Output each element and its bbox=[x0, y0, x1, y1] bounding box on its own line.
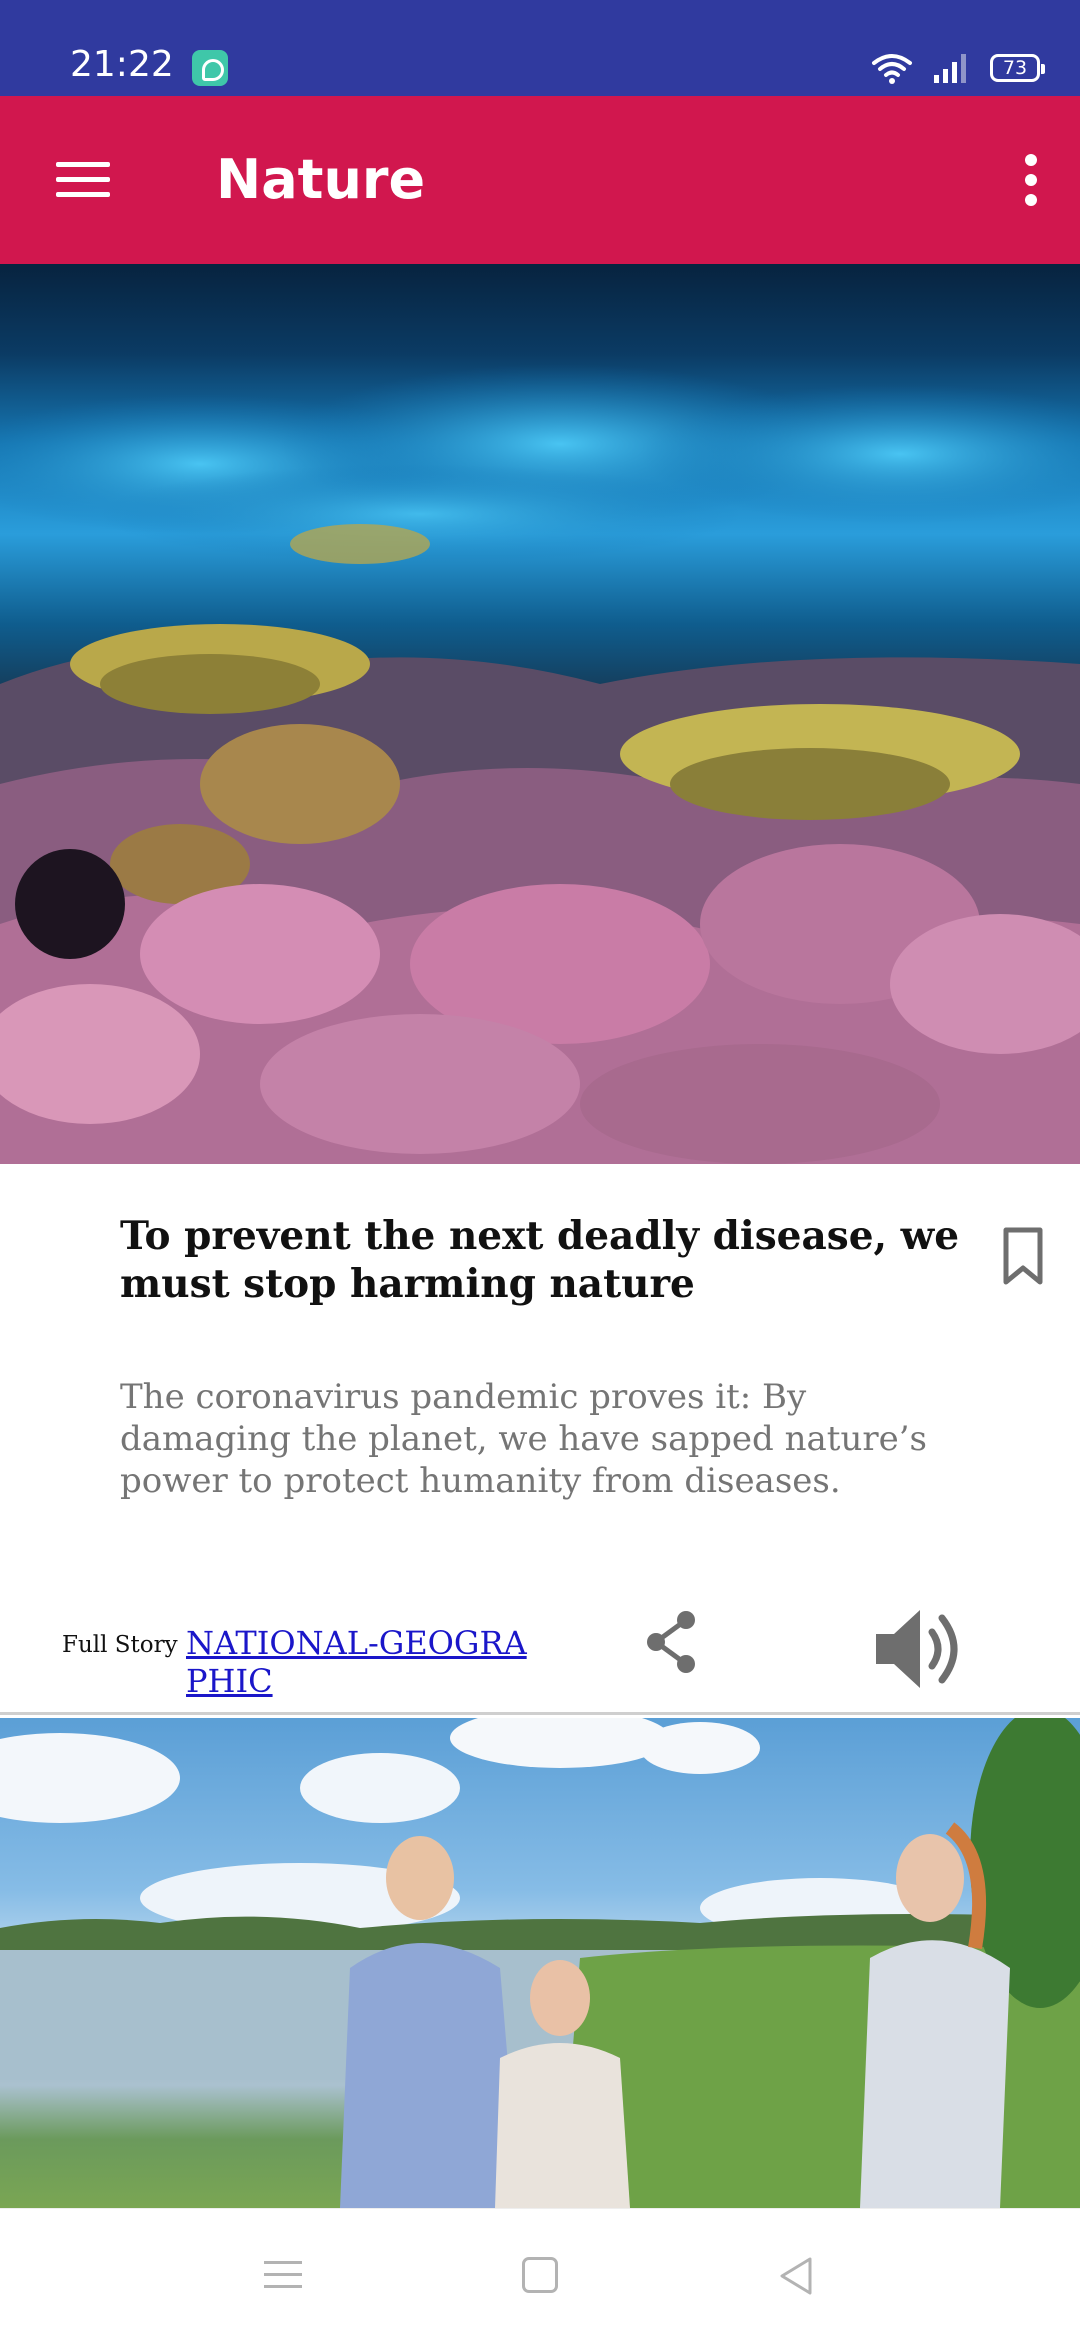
family-by-lake-photo[interactable] bbox=[0, 1718, 1080, 2208]
coral-reef-photo[interactable] bbox=[0, 264, 1080, 1164]
full-story-label: Full Story bbox=[62, 1632, 178, 1658]
battery-icon: 73 bbox=[990, 54, 1045, 82]
signal-bars-icon bbox=[934, 54, 966, 83]
back-icon[interactable] bbox=[776, 2255, 816, 2297]
status-icons: 73 bbox=[870, 48, 1045, 88]
hamburger-menu-icon[interactable] bbox=[52, 156, 112, 202]
navigation-bar bbox=[0, 2208, 1080, 2340]
article-card[interactable]: To prevent the next deadly disease, we m… bbox=[0, 1164, 1080, 1716]
chat-bubble-icon bbox=[192, 50, 228, 86]
wifi-icon bbox=[872, 54, 912, 84]
card-divider bbox=[0, 1712, 1080, 1715]
app-bar: Nature bbox=[0, 96, 1080, 264]
app-title: Nature bbox=[216, 148, 426, 211]
speaker-icon[interactable] bbox=[870, 1604, 970, 1694]
bookmark-outline-icon[interactable] bbox=[998, 1226, 1048, 1286]
home-icon[interactable] bbox=[522, 2257, 558, 2293]
status-bar: 21:22 73 bbox=[0, 0, 1080, 96]
article-headline[interactable]: To prevent the next deadly disease, we m… bbox=[120, 1212, 960, 1308]
more-vert-icon[interactable] bbox=[1012, 146, 1052, 216]
source-link[interactable]: NATIONAL-GEOGRAPHIC bbox=[186, 1624, 546, 1700]
share-icon[interactable] bbox=[640, 1608, 704, 1676]
status-time: 21:22 bbox=[70, 44, 174, 85]
recents-icon[interactable] bbox=[264, 2259, 302, 2291]
screen: 21:22 73 Nature To prevent the next dead… bbox=[0, 0, 1080, 2340]
battery-level: 73 bbox=[1002, 57, 1028, 79]
article-summary: The coronavirus pandemic proves it: By d… bbox=[120, 1377, 927, 1501]
